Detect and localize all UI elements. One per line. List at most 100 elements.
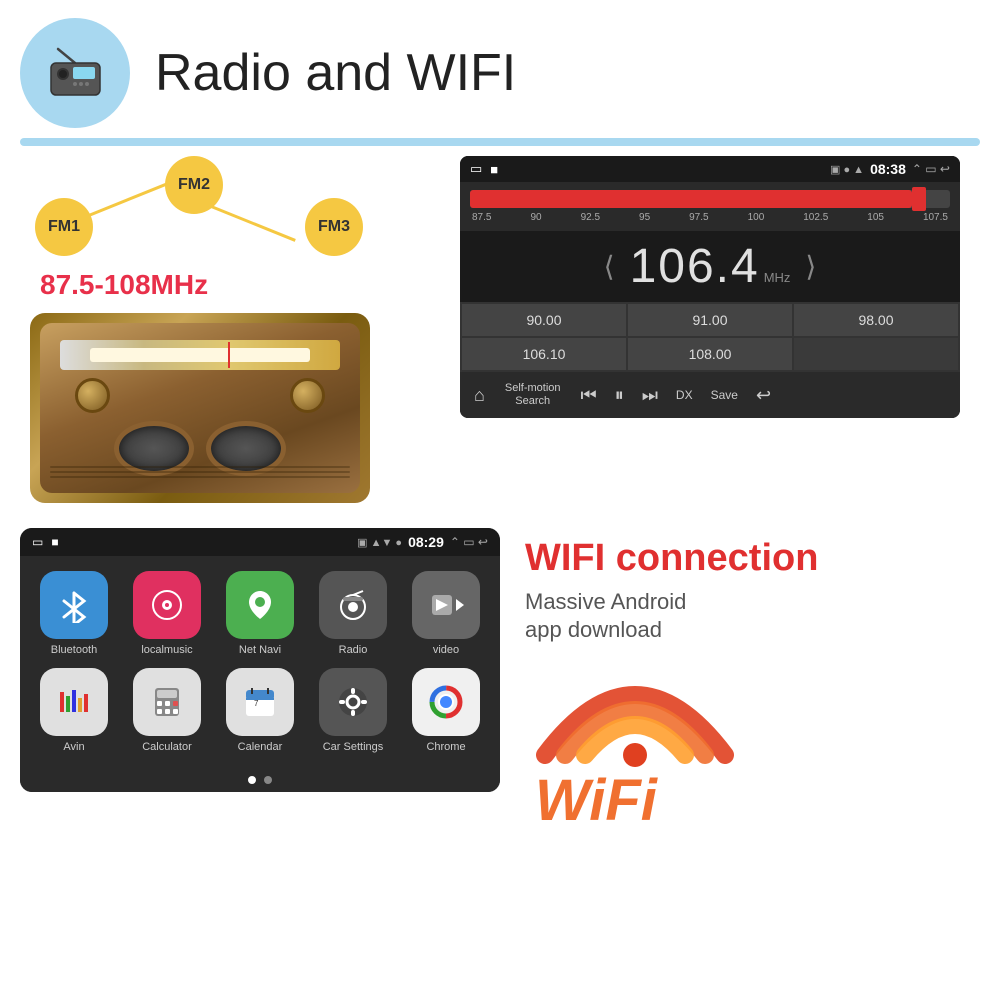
preset-5[interactable]: 108.00 <box>628 338 792 370</box>
android-time: 08:29 <box>408 534 444 550</box>
app-bluetooth[interactable]: Bluetooth <box>30 571 118 656</box>
radio-tuner-bar <box>90 348 310 362</box>
freq-fill <box>470 190 912 208</box>
app-localmusic[interactable]: localmusic <box>123 571 211 656</box>
fm3-node: FM3 <box>305 198 363 256</box>
app-settings[interactable]: Car Settings <box>309 668 397 753</box>
radio-icon <box>43 41 108 106</box>
page-dot-1 <box>248 776 256 784</box>
app-chrome[interactable]: Chrome <box>402 668 490 753</box>
app-avin[interactable]: Avin <box>30 668 118 753</box>
navi-label: Net Navi <box>239 644 281 656</box>
square-icon: ■ <box>490 162 498 177</box>
fm-section: FM1 FM2 FM3 87.5-108MHz <box>20 156 440 503</box>
freq-track <box>470 190 950 208</box>
localmusic-label: localmusic <box>141 644 192 656</box>
bluetooth-icon <box>40 571 108 639</box>
nav-icons: ⌃ ▭ ↩ <box>912 162 950 176</box>
freq-display: ⟨ 106.4 MHz ⟩ <box>460 231 960 302</box>
android-screen: ▭ ■ ▣ ▲▼ ● 08:29 ⌃ ▭ ↩ Bluetooth <box>20 528 500 792</box>
bottom-row: ▭ ■ ▣ ▲▼ ● 08:29 ⌃ ▭ ↩ Bluetooth <box>0 513 1000 860</box>
radio-time: 08:38 <box>870 161 906 177</box>
app-navi[interactable]: Net Navi <box>216 571 304 656</box>
localmusic-icon <box>133 571 201 639</box>
calculator-icon <box>133 668 201 736</box>
freq-labels: 87.5 90 92.5 95 97.5 100 102.5 105 107.5 <box>470 212 950 223</box>
preset-empty <box>794 338 958 370</box>
app-video[interactable]: video <box>402 571 490 656</box>
android-window-icon: ▭ <box>32 535 43 549</box>
window-icon: ▭ <box>470 161 482 177</box>
radio-status-bar: ▭ ■ ▣ ● ▲ 08:38 ⌃ ▭ ↩ <box>460 156 960 182</box>
settings-icon <box>319 668 387 736</box>
dx-button[interactable]: DX <box>670 384 699 406</box>
android-nav-icons: ⌃ ▭ ↩ <box>450 535 488 549</box>
freq-next-arrow[interactable]: ⟩ <box>805 250 816 283</box>
calendar-label: Calendar <box>238 741 283 753</box>
signal-icons: ▣ ● ▲ <box>830 163 864 176</box>
freq-thumb <box>912 187 926 211</box>
preset-3[interactable]: 98.00 <box>794 304 958 336</box>
bluetooth-label: Bluetooth <box>51 644 97 656</box>
android-status-left: ▭ ■ <box>32 535 59 549</box>
app-calculator[interactable]: Calculator <box>123 668 211 753</box>
current-frequency: 106.4 <box>630 239 760 294</box>
radio-knob-right <box>290 378 325 413</box>
freq-presets: 90.00 91.00 98.00 106.10 108.00 <box>460 302 960 372</box>
avin-label: Avin <box>63 741 84 753</box>
save-button[interactable]: Save <box>705 384 744 406</box>
home-button[interactable]: ⌂ <box>468 381 491 410</box>
page-dots <box>20 768 500 792</box>
fm-frequency: 87.5-108MHz <box>40 269 208 301</box>
radio-icon-circle <box>20 18 130 128</box>
radio-controls: ⌂ Self-motionSearch ⏮ ⏸ ⏭ DX Save ↩ <box>460 372 960 418</box>
preset-4[interactable]: 106.10 <box>462 338 626 370</box>
radio-body <box>40 323 360 493</box>
wifi-logo: WiFi <box>525 665 745 845</box>
chrome-label: Chrome <box>426 741 465 753</box>
preset-1[interactable]: 90.00 <box>462 304 626 336</box>
header-section: Radio and WIFI <box>0 0 1000 138</box>
rs-left-icons: ▭ ■ <box>470 161 498 177</box>
android-signal: ▣ ▲▼ ● <box>357 536 402 549</box>
fm-diagram: FM1 FM2 FM3 <box>35 156 385 256</box>
radio-image <box>30 313 370 503</box>
android-status-bar: ▭ ■ ▣ ▲▼ ● 08:29 ⌃ ▭ ↩ <box>20 528 500 556</box>
next-button[interactable]: ⏭ <box>636 381 664 410</box>
page-dot-2 <box>264 776 272 784</box>
page-title: Radio and WIFI <box>155 43 516 103</box>
play-button[interactable]: ⏸ <box>609 381 630 410</box>
wifi-subtitle-line1: Massive Android <box>525 589 686 614</box>
freq-slider-area: 87.5 90 92.5 95 97.5 100 102.5 105 107.5 <box>460 182 960 231</box>
video-label: video <box>433 644 459 656</box>
radio-knob-left <box>75 378 110 413</box>
top-row: FM1 FM2 FM3 87.5-108MHz <box>0 146 1000 513</box>
android-square-icon: ■ <box>51 535 58 549</box>
svg-text:WiFi: WiFi <box>535 768 659 833</box>
wifi-subtitle: Massive Android app download <box>525 588 686 645</box>
radio-knobs <box>75 378 325 413</box>
app-radio[interactable]: Radio <box>309 571 397 656</box>
video-icon <box>412 571 480 639</box>
navi-icon <box>226 571 294 639</box>
radio-tuner-indicator <box>228 342 230 368</box>
chrome-icon <box>412 668 480 736</box>
freq-prev-arrow[interactable]: ⟨ <box>604 250 615 283</box>
wifi-subtitle-line2: app download <box>525 617 662 642</box>
app-calendar[interactable]: 7 Calendar <box>216 668 304 753</box>
calendar-icon: 7 <box>226 668 294 736</box>
self-motion-button[interactable]: Self-motionSearch <box>497 378 569 412</box>
settings-label: Car Settings <box>323 741 384 753</box>
fm1-node: FM1 <box>35 198 93 256</box>
app-grid: Bluetooth localmusic <box>20 556 500 768</box>
back-button[interactable]: ↩ <box>750 381 777 410</box>
calculator-label: Calculator <box>142 741 192 753</box>
wifi-title: WIFI connection <box>525 538 818 580</box>
header-bar <box>20 138 980 146</box>
wifi-svg: WiFi <box>525 665 745 845</box>
prev-button[interactable]: ⏮ <box>575 381 603 410</box>
avin-icon <box>40 668 108 736</box>
preset-2[interactable]: 91.00 <box>628 304 792 336</box>
freq-unit: MHz <box>764 270 791 285</box>
radio-tuner <box>60 340 340 370</box>
